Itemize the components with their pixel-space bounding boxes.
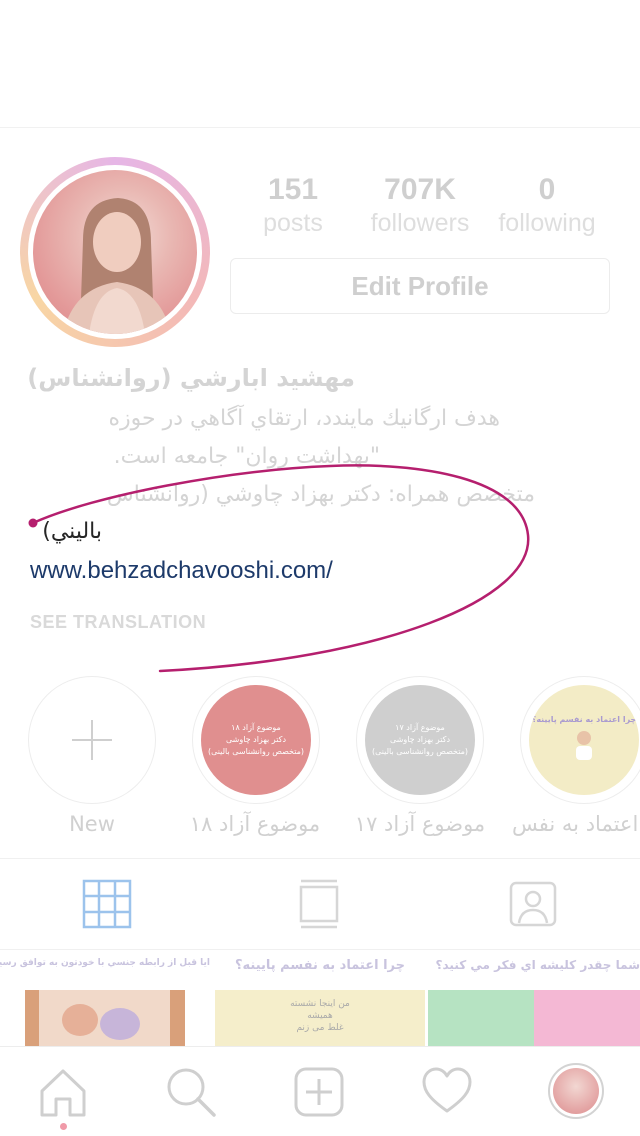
highlight-cover-text: (متخصص روانشناسی بالینی): [207, 747, 305, 756]
add-post-icon[interactable]: [292, 1065, 346, 1119]
highlight-cover-text: موضوع آزاد ۱۸: [231, 723, 281, 732]
highlight-topic-17[interactable]: موضوع آزاد ۱۷ دکتر بهزاد چاوشی (متخصص رو…: [356, 676, 484, 804]
highlight-topic-18[interactable]: موضوع آزاد ۱۸ دکتر بهزاد چاوشی (متخصص رو…: [192, 676, 320, 804]
highlight-cover-text: موضوع آزاد ۱۷: [395, 723, 445, 732]
post-image: [25, 990, 185, 1047]
website-link[interactable]: www.behzadchavooshi.com/: [30, 557, 333, 585]
highlight-label: موضوع آزاد ۱۸: [189, 812, 321, 836]
post-title: ايا قبل از رابطه جنسي با خودتون به توافق…: [0, 958, 210, 968]
post-image-text: غلط می زنم: [296, 1023, 344, 1033]
post-title: چرا اعتماد به نفسم پایینه؟: [234, 958, 406, 973]
profile-avatar[interactable]: [20, 157, 210, 347]
profile-tabs: [0, 858, 640, 950]
highlight-cover-text: چرا اعتماد به نفسم پایینه؟: [531, 715, 637, 724]
post-thumbnail[interactable]: ايا قبل از رابطه جنسي با خودتون به توافق…: [0, 952, 210, 1047]
heart-icon[interactable]: [420, 1065, 474, 1119]
highlight-self-esteem[interactable]: چرا اعتماد به نفسم پایینه؟: [520, 676, 640, 804]
stat-followers[interactable]: 707K followers: [360, 172, 480, 238]
grid-view-icon[interactable]: [82, 879, 132, 929]
following-label: following: [498, 209, 596, 237]
see-translation-button[interactable]: SEE TRANSLATION: [30, 612, 206, 633]
highlight-cover-text: (متخصص روانشناسی بالینی): [371, 747, 469, 756]
followers-label: followers: [370, 209, 470, 237]
post-title: شما چقدر كليشه اي فكر مي كنيد؟: [435, 958, 640, 972]
post-image-text: من اینجا نشسته: [290, 999, 350, 1009]
tagged-icon[interactable]: [508, 879, 558, 929]
feed-view-icon[interactable]: [295, 879, 345, 929]
followers-count: 707K: [384, 173, 456, 206]
posts-label: posts: [263, 209, 323, 237]
post-thumbnail[interactable]: شما چقدر كليشه اي فكر مي كنيد؟: [428, 952, 640, 1047]
highlight-cover-text: دکتر بهزاد چاوشی: [389, 735, 450, 744]
highlight-label: New: [69, 812, 115, 836]
post-image: [428, 990, 640, 1047]
top-bar: [0, 0, 640, 128]
stat-following[interactable]: 0 following: [487, 172, 607, 238]
bio-line: باليني): [42, 519, 102, 544]
bottom-navigation: [0, 1046, 640, 1136]
posts-count: 151: [267, 173, 319, 206]
home-icon[interactable]: [36, 1065, 90, 1119]
profile-tab-avatar[interactable]: [548, 1063, 604, 1119]
bio-line: هدف ارگانيك مايندد، ارتقاي آگاهي در حوزه: [108, 406, 501, 431]
highlight-label: اعتماد به نفس: [512, 812, 639, 836]
avatar-photo: [33, 170, 197, 334]
highlight-cover-text: دکتر بهزاد چاوشی: [225, 735, 286, 744]
profile-name: مهشيد ابارشي (روانشناس): [27, 364, 355, 392]
highlight-new[interactable]: [28, 676, 156, 804]
following-count: 0: [538, 173, 556, 206]
bio-line: متخصص همراه: دكتر بهزاد چاوشي (روانشناس: [106, 482, 535, 507]
bio-line: "بهداشت روان" جامعه است.: [113, 444, 380, 469]
search-icon[interactable]: [164, 1065, 218, 1119]
post-thumbnail[interactable]: چرا اعتماد به نفسم پایینه؟ من اینجا نشست…: [215, 952, 425, 1047]
highlight-label: موضوع آزاد ۱۷: [354, 812, 486, 836]
edit-profile-button[interactable]: Edit Profile: [230, 258, 610, 314]
stat-posts[interactable]: 151 posts: [233, 172, 353, 238]
cartoon-figure-icon: [576, 731, 592, 760]
post-image-text: همیشه: [307, 1011, 333, 1021]
activity-dot: [60, 1123, 67, 1130]
plus-icon: [72, 720, 112, 760]
